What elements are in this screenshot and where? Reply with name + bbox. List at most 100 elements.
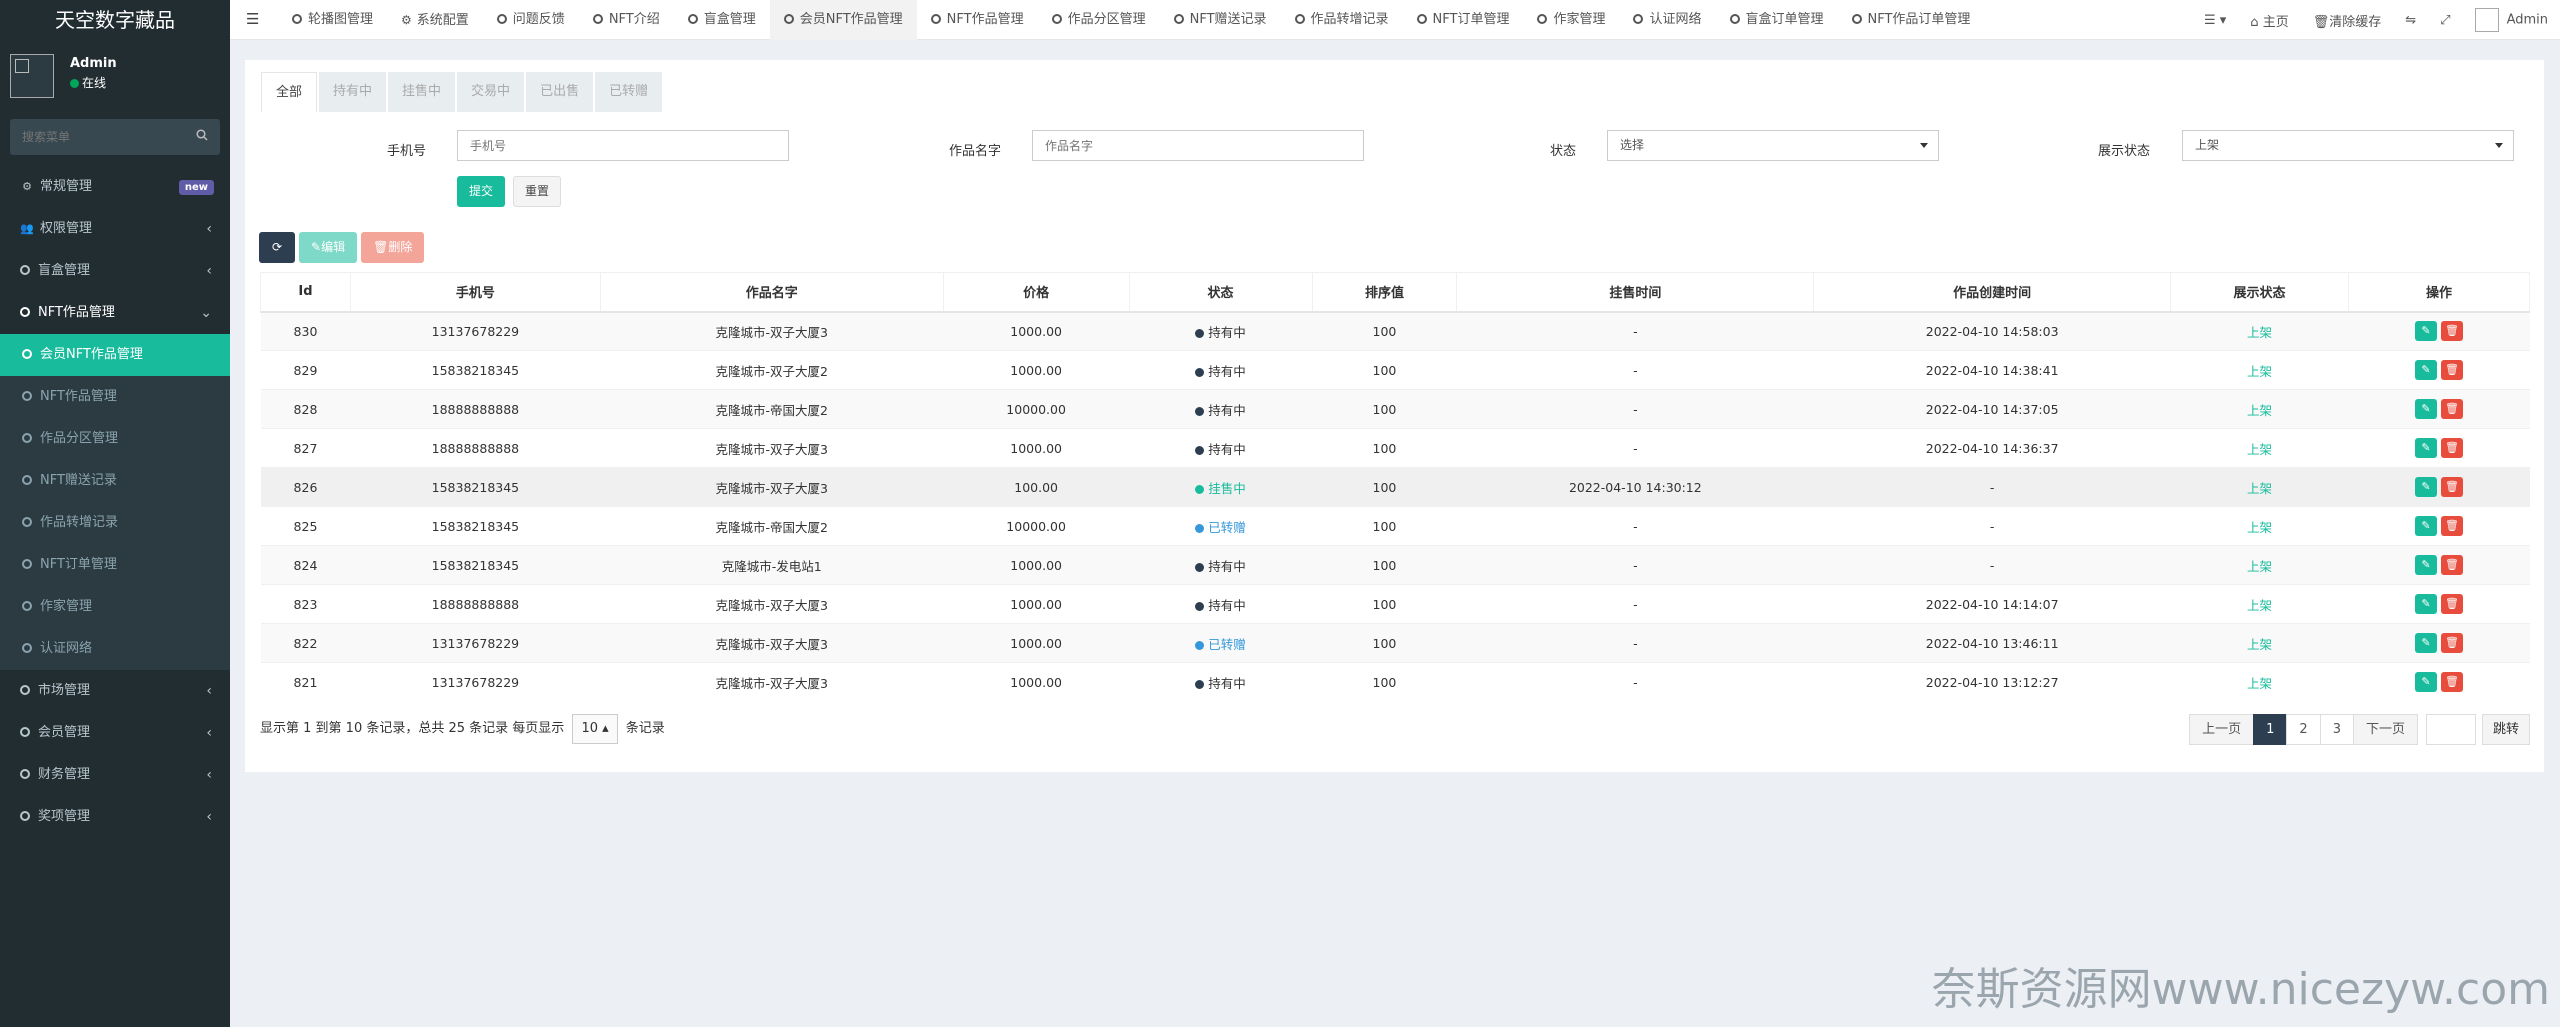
row-delete-button[interactable]: 🗑 xyxy=(2440,321,2463,342)
tab-nft-work-orders[interactable]: NFT作品订单管理 xyxy=(1838,0,1985,40)
sidebar-subitem-transfer-records[interactable]: 作品转增记录 xyxy=(0,502,230,544)
tab-feedback[interactable]: 问题反馈 xyxy=(483,0,579,40)
filter-tab-transferred[interactable]: 已转赠 xyxy=(595,72,663,112)
row-delete-button[interactable]: 🗑 xyxy=(2440,477,2463,497)
tab-member-nft[interactable]: 会员NFT作品管理 xyxy=(769,0,917,40)
display-select[interactable]: 上架 xyxy=(2182,130,2514,161)
row-delete-button[interactable]: 🗑 xyxy=(2440,672,2463,693)
home-link[interactable]: ⌂ 主页 xyxy=(2250,11,2288,30)
sidebar-item-auth[interactable]: 👥 权限管理 ‹ xyxy=(0,208,230,250)
jump-button[interactable]: 跳转 xyxy=(2481,714,2530,745)
tab-system-config[interactable]: ⚙ 系统配置 xyxy=(387,0,483,40)
row-edit-button[interactable]: ✎ xyxy=(2414,477,2437,497)
row-delete-button[interactable]: 🗑 xyxy=(2440,516,2463,536)
table-row[interactable]: 825 15838218345 克隆城市-帝国大厦2 10000.00 已转赠 100- -… xyxy=(260,506,2530,546)
sidebar-subitem-authors[interactable]: 作家管理 xyxy=(0,586,230,628)
row-delete-button[interactable]: 🗑 xyxy=(2440,555,2463,575)
tab-nft-intro[interactable]: NFT介绍 xyxy=(579,0,674,40)
delete-button[interactable]: 🗑删除 xyxy=(361,232,425,263)
row-edit-button[interactable]: ✎ xyxy=(2414,672,2437,693)
sidebar-item-members[interactable]: 会员管理 ‹ xyxy=(0,712,230,754)
filter-tab-all[interactable]: 全部 xyxy=(261,72,318,112)
table-row[interactable]: 830 13137678229 克隆城市-双子大厦3 1000.00 持有中 100-20… xyxy=(260,311,2530,351)
sidebar-item-market[interactable]: 市场管理 ‹ xyxy=(0,670,230,712)
row-edit-button[interactable]: ✎ xyxy=(2414,633,2437,653)
language-icon[interactable]: ⇋ xyxy=(2405,13,2416,28)
sidebar-subitem-cert-network[interactable]: 认证网络 xyxy=(0,628,230,670)
sidebar-item-general[interactable]: ⚙ 常规管理 new xyxy=(0,166,230,208)
tab-nft-orders[interactable]: NFT订单管理 xyxy=(1403,0,1524,40)
row-delete-button[interactable]: 🗑 xyxy=(2440,438,2463,458)
col-id[interactable]: Id xyxy=(260,272,351,313)
col-sort[interactable]: 排序值 xyxy=(1311,272,1458,313)
row-edit-button[interactable]: ✎ xyxy=(2414,360,2437,380)
sidebar-subitem-gift-records[interactable]: NFT赠送记录 xyxy=(0,460,230,502)
col-price[interactable]: 价格 xyxy=(942,272,1130,313)
sidebar-item-awards[interactable]: 奖项管理 ‹ xyxy=(0,796,230,838)
table-row[interactable]: 828 18888888888 克隆城市-帝国大厦2 10000.00 持有中 100-2… xyxy=(260,389,2530,429)
display-status-link[interactable]: 上架 xyxy=(2247,637,2272,652)
reset-button[interactable]: 重置 xyxy=(513,176,562,207)
display-status-link[interactable]: 上架 xyxy=(2247,520,2272,535)
page-button-3[interactable]: 3 xyxy=(2319,714,2354,745)
sidebar-item-nft[interactable]: NFT作品管理 ⌄ xyxy=(0,292,230,334)
refresh-button[interactable]: ⟳ xyxy=(259,232,295,263)
tab-gift-records[interactable]: NFT赠送记录 xyxy=(1160,0,1281,40)
row-edit-button[interactable]: ✎ xyxy=(2414,321,2437,342)
display-status-link[interactable]: 上架 xyxy=(2247,364,2272,379)
tab-authors[interactable]: 作家管理 xyxy=(1523,0,1619,40)
display-status-link[interactable]: 上架 xyxy=(2247,559,2272,574)
sidebar-item-finance[interactable]: 财务管理 ‹ xyxy=(0,754,230,796)
row-delete-button[interactable]: 🗑 xyxy=(2440,360,2463,380)
filter-tab-trading[interactable]: 交易中 xyxy=(457,72,525,112)
row-delete-button[interactable]: 🗑 xyxy=(2440,399,2463,419)
clear-cache-link[interactable]: 🗑清除缓存 xyxy=(2313,11,2382,30)
filter-tab-holding[interactable]: 持有中 xyxy=(319,72,387,112)
table-row[interactable]: 824 15838218345 克隆城市-发电站1 1000.00 持有中 100- - 上架… xyxy=(260,545,2530,585)
row-edit-button[interactable]: ✎ xyxy=(2414,594,2437,614)
display-status-link[interactable]: 上架 xyxy=(2247,598,2272,613)
tab-carousel[interactable]: 轮播图管理 xyxy=(278,0,387,40)
next-page-button[interactable]: 下一页 xyxy=(2352,714,2418,745)
display-status-link[interactable]: 上架 xyxy=(2247,403,2272,418)
table-row[interactable]: 826 15838218345 克隆城市-双子大厦3 100.00 挂售中 100 2022… xyxy=(260,467,2530,507)
filter-tab-on-sale[interactable]: 挂售中 xyxy=(388,72,456,112)
user-menu[interactable]: Admin xyxy=(2474,8,2548,32)
menu-toggle-icon[interactable]: ☰ xyxy=(246,10,259,28)
search-icon[interactable] xyxy=(196,129,208,141)
table-row[interactable]: 829 15838218345 克隆城市-双子大厦2 1000.00 持有中 100-20… xyxy=(260,350,2530,390)
row-edit-button[interactable]: ✎ xyxy=(2414,516,2437,536)
display-status-link[interactable]: 上架 xyxy=(2247,481,2272,496)
sidebar-item-blindbox[interactable]: 盲盒管理 ‹ xyxy=(0,250,230,292)
sidebar-subitem-orders[interactable]: NFT订单管理 xyxy=(0,544,230,586)
tab-cert-network[interactable]: 认证网络 xyxy=(1619,0,1715,40)
edit-button[interactable]: ✎编辑 xyxy=(299,232,358,263)
sidebar-subitem-member-nft[interactable]: 会员NFT作品管理 xyxy=(0,334,230,376)
page-size-select[interactable]: 10 ▴ xyxy=(572,714,618,744)
tab-zones[interactable]: 作品分区管理 xyxy=(1038,0,1160,40)
status-select[interactable]: 选择 xyxy=(1607,130,1939,161)
prev-page-button[interactable]: 上一页 xyxy=(2189,714,2255,745)
app-logo[interactable]: 天空数字藏品 xyxy=(0,0,230,40)
fullscreen-icon[interactable]: ⤢ xyxy=(2440,13,2450,28)
row-edit-button[interactable]: ✎ xyxy=(2414,438,2437,458)
sidebar-subitem-zones[interactable]: 作品分区管理 xyxy=(0,418,230,460)
page-button-2[interactable]: 2 xyxy=(2286,714,2321,745)
page-button-1[interactable]: 1 xyxy=(2253,714,2288,745)
sidebar-subitem-nft-works[interactable]: NFT作品管理 xyxy=(0,376,230,418)
table-row[interactable]: 827 18888888888 克隆城市-双子大厦3 1000.00 持有中 100-20… xyxy=(260,428,2530,468)
col-sale-time[interactable]: 挂售时间 xyxy=(1456,272,1815,313)
submit-button[interactable]: 提交 xyxy=(457,176,506,207)
row-edit-button[interactable]: ✎ xyxy=(2414,399,2437,419)
col-status[interactable]: 状态 xyxy=(1128,272,1313,313)
name-field[interactable] xyxy=(1032,130,1364,161)
col-display[interactable]: 展示状态 xyxy=(2170,272,2349,313)
display-status-link[interactable]: 上架 xyxy=(2247,325,2272,340)
row-delete-button[interactable]: 🗑 xyxy=(2440,594,2463,614)
tab-nft-works[interactable]: NFT作品管理 xyxy=(917,0,1038,40)
tab-blindbox-orders[interactable]: 盲盒订单管理 xyxy=(1716,0,1838,40)
display-status-link[interactable]: 上架 xyxy=(2247,442,2272,457)
display-status-link[interactable]: 上架 xyxy=(2247,676,2272,691)
table-row[interactable]: 821 13137678229 克隆城市-双子大厦3 1000.00 持有中 100-20… xyxy=(260,662,2530,702)
table-row[interactable]: 823 18888888888 克隆城市-双子大厦3 1000.00 持有中 100-20… xyxy=(260,584,2530,624)
